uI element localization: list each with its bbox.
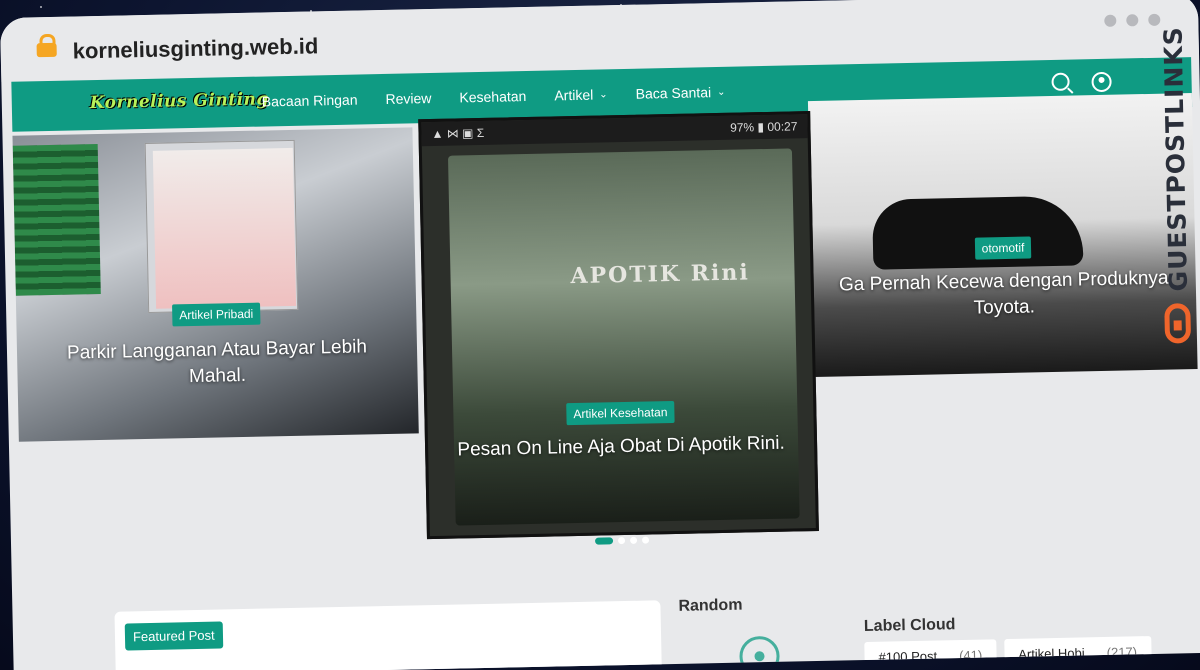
search-icon[interactable] bbox=[1051, 72, 1070, 91]
category-tag[interactable]: Artikel Pribadi bbox=[172, 302, 261, 327]
guestpostlinks-watermark: GUESTPOSTLINKS bbox=[1151, 26, 1200, 346]
nav-item-kesehatan[interactable]: Kesehatan bbox=[459, 88, 526, 105]
watermark-text: GUESTPOSTLINKS bbox=[1158, 26, 1193, 292]
chain-link-icon bbox=[1164, 303, 1192, 344]
slide-tag-wrap: otomotif bbox=[811, 233, 1195, 263]
status-left: ▲ ⋈ ▣ Σ bbox=[431, 125, 485, 141]
label-cloud-title: Label Cloud bbox=[863, 616, 956, 636]
chevron-down-icon: ⌄ bbox=[599, 88, 608, 100]
awning-image bbox=[12, 143, 101, 296]
nav-item-review[interactable]: Review bbox=[385, 90, 431, 107]
category-tag[interactable]: Artikel Kesehatan bbox=[566, 400, 675, 426]
featured-post-card: Featured Post bbox=[114, 600, 663, 670]
label-count: (41) bbox=[958, 647, 983, 664]
window-controls bbox=[1104, 13, 1161, 27]
pager-dot[interactable] bbox=[595, 537, 614, 545]
random-widget-title: Random bbox=[678, 596, 743, 615]
star bbox=[40, 6, 42, 8]
slide-center[interactable]: ▲ ⋈ ▣ Σ 97% ▮ 00:27 APOTIK Rini Artikel … bbox=[418, 111, 819, 540]
user-icon[interactable] bbox=[1091, 71, 1112, 93]
nav-item-bacaan-ringan[interactable]: Bacaan Ringan bbox=[262, 92, 358, 110]
slide-left[interactable]: Artikel Pribadi Parkir Langganan Atau Ba… bbox=[12, 127, 419, 442]
url-text[interactable]: korneliusginting.web.id bbox=[72, 33, 318, 64]
slider-pager bbox=[595, 536, 650, 545]
browser-window: korneliusginting.web.id Kornelius Gintin… bbox=[0, 0, 1200, 670]
nav-item-label: Kesehatan bbox=[459, 87, 527, 106]
slide-tag-wrap: Artikel Pribadi bbox=[16, 299, 416, 329]
nav-item-label: Review bbox=[385, 89, 432, 107]
nav-item-label: Baca Santai bbox=[635, 84, 712, 102]
status-right: 97% ▮ 00:27 bbox=[729, 119, 798, 135]
label-chip[interactable]: Artikel Hobi (217) bbox=[1003, 636, 1152, 670]
loading-spinner-icon bbox=[739, 635, 780, 670]
label-chip[interactable]: #100 Post (41) bbox=[864, 639, 997, 670]
banner-image bbox=[152, 147, 297, 309]
phone-status-bar: ▲ ⋈ ▣ Σ 97% ▮ 00:27 bbox=[421, 114, 808, 147]
window-dot-icon[interactable] bbox=[1148, 13, 1161, 26]
nav-actions bbox=[1051, 71, 1112, 93]
chevron-down-icon: ⌄ bbox=[716, 86, 726, 98]
store-sign: APOTIK Rini bbox=[570, 259, 750, 290]
pharmacy-photo: APOTIK Rini bbox=[447, 148, 800, 526]
nav-menu: Bacaan Ringan Review Kesehatan Artikel ⌄ … bbox=[262, 84, 726, 110]
nav-item-label: Artikel bbox=[554, 86, 594, 104]
slide-right[interactable]: otomotif Ga Pernah Kecewa dengan Produkn… bbox=[807, 93, 1198, 378]
slide-title[interactable]: Parkir Langganan Atau Bayar Lebih Mahal. bbox=[17, 333, 418, 393]
label-name: Artikel Hobi bbox=[1018, 645, 1085, 662]
pager-dot[interactable] bbox=[642, 536, 650, 544]
window-dot-icon[interactable] bbox=[1126, 14, 1139, 27]
window-dot-icon[interactable] bbox=[1104, 14, 1117, 27]
label-name: #100 Post bbox=[878, 648, 938, 665]
featured-post-label: Featured Post bbox=[124, 621, 223, 651]
nav-item-baca-santai[interactable]: Baca Santai ⌄ bbox=[635, 84, 725, 102]
label-cloud: #100 Post (41) Artikel Hobi (217) bbox=[864, 636, 1152, 670]
nav-item-artikel[interactable]: Artikel ⌄ bbox=[554, 86, 608, 104]
label-count: (217) bbox=[1106, 644, 1138, 660]
site-logo[interactable]: Kornelius Ginting bbox=[90, 89, 269, 113]
category-tag[interactable]: otomotif bbox=[974, 236, 1032, 260]
nav-item-label: Bacaan Ringan bbox=[261, 91, 358, 110]
pager-dot[interactable] bbox=[630, 536, 638, 544]
slide-title[interactable]: Ga Pernah Kecewa dengan Produknya Toyota… bbox=[812, 265, 1197, 324]
pager-dot[interactable] bbox=[618, 537, 626, 545]
lock-icon bbox=[36, 42, 57, 58]
